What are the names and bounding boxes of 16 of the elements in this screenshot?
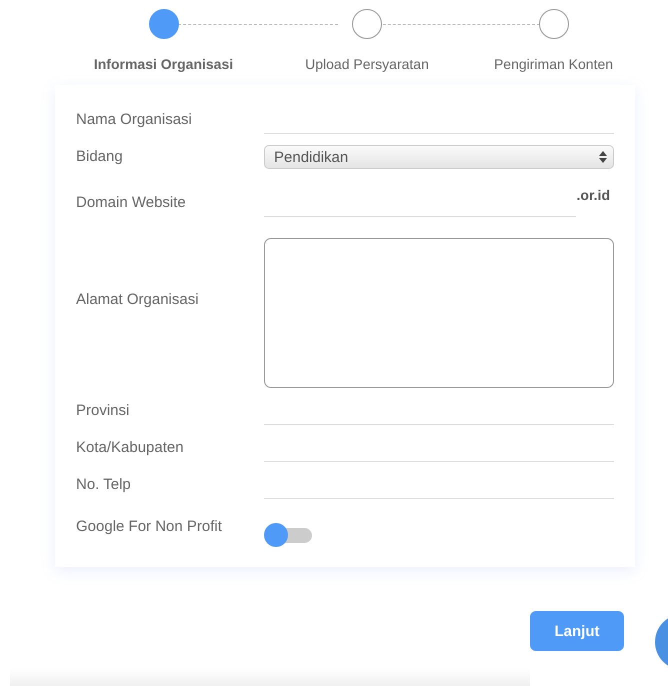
updown-icon: [599, 151, 607, 163]
field-label: Google For Non Profit: [76, 518, 223, 534]
select-field[interactable]: Pendidikan: [264, 145, 614, 169]
field-label: Domain Website: [76, 194, 187, 213]
field-label: Alamat Organisasi: [76, 291, 200, 310]
field-label: Kota/Kabupaten: [76, 439, 185, 458]
step-label: Informasi Organisasi: [94, 56, 234, 72]
field-label: Nama Organisasi: [76, 111, 193, 130]
domain-suffix: .or.id: [576, 187, 611, 205]
step-label: Pengiriman Konten: [494, 56, 614, 72]
toggle-switch[interactable]: [264, 523, 312, 547]
field-label: No. Telp: [76, 476, 132, 495]
field-label: Bidang: [76, 148, 124, 167]
step-label: Upload Persyaratan: [305, 56, 429, 72]
field-label: Provinsi: [76, 402, 130, 421]
textarea-field[interactable]: [264, 238, 614, 388]
